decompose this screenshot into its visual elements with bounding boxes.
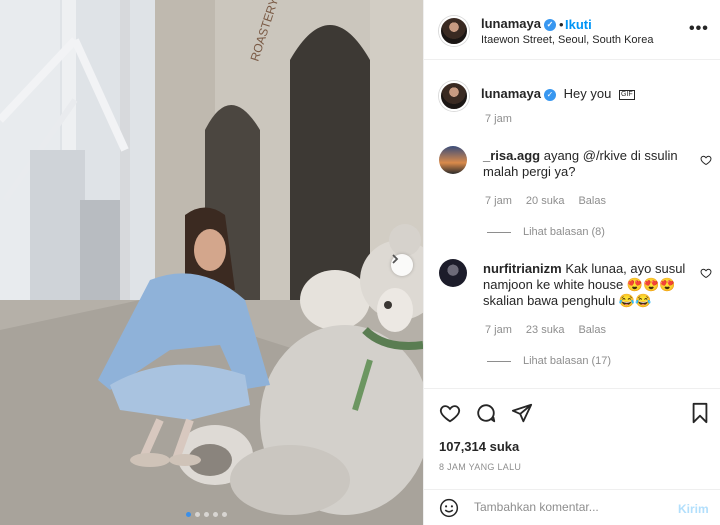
comment-likes[interactable]: 20 suka [526, 195, 565, 207]
view-replies-label: Lihat balasan (8) [523, 226, 605, 238]
commenter-avatar[interactable] [439, 146, 467, 174]
share-send-icon[interactable] [511, 402, 533, 424]
post-photo[interactable]: ROASTERY [0, 0, 423, 525]
author-username-row: lunamaya ✓ [481, 16, 556, 31]
comment-like-heart-icon[interactable] [700, 267, 712, 279]
post-header: lunamaya ✓ • Ikuti Itaewon Street, Seoul,… [424, 0, 720, 60]
separator-dot: • [559, 17, 564, 32]
likes-count[interactable]: 107,314 suka [439, 439, 519, 454]
reply-button[interactable]: Balas [578, 195, 606, 207]
bookmark-icon[interactable] [690, 402, 710, 424]
view-replies-label: Lihat balasan (17) [523, 355, 612, 367]
verified-badge-icon: ✓ [543, 18, 556, 31]
carousel-dot [222, 512, 227, 517]
like-heart-icon[interactable] [439, 402, 461, 424]
caption-username[interactable]: lunamaya [481, 86, 541, 101]
author-avatar[interactable] [439, 16, 469, 46]
carousel-dot [213, 512, 218, 517]
comment-likes[interactable]: 23 suka [526, 324, 565, 336]
comment-meta: 7 jam 23 suka Balas [485, 324, 620, 336]
comment-text-line: ayang @/rkive di ssulin [543, 148, 678, 163]
comment-like-heart-icon[interactable] [700, 154, 712, 166]
emoji-smiley-icon[interactable] [439, 498, 459, 518]
comment-input[interactable] [474, 500, 664, 514]
comment-text-line: Kak lunaa, ayo susul [565, 261, 686, 276]
post-actions: 107,314 suka 8 JAM YANG LALU [424, 388, 720, 488]
comment-text-line: skalian bawa penghulu 😂😂 [483, 293, 652, 308]
author-username[interactable]: lunamaya [481, 16, 541, 31]
comment-body: _risa.agg ayang @/rkive di ssulin malah … [483, 148, 683, 180]
photo-illustration: ROASTERY [0, 0, 423, 525]
comment-text-line: malah pergi ya? [483, 164, 576, 179]
commenter-avatar[interactable] [439, 259, 467, 287]
view-replies-button[interactable]: Lihat balasan (17) [487, 355, 611, 367]
carousel-next-button[interactable] [391, 254, 413, 276]
carousel-dot [186, 512, 191, 517]
post-location[interactable]: Itaewon Street, Seoul, South Korea [481, 34, 653, 46]
reply-button[interactable]: Balas [578, 324, 606, 336]
caption: lunamaya ✓ Hey you GIF [481, 86, 635, 102]
comment-time: 7 jam [485, 195, 512, 207]
post-details-panel: lunamaya ✓ • Ikuti Itaewon Street, Seoul,… [423, 0, 720, 525]
carousel-dot [195, 512, 200, 517]
replies-divider [487, 231, 511, 233]
carousel-dot [204, 512, 209, 517]
more-options-icon[interactable]: ••• [689, 20, 709, 38]
comment-bubble-icon[interactable] [475, 402, 497, 424]
comment-time: 7 jam [485, 324, 512, 336]
comment-body: nurfitrianizm Kak lunaa, ayo susul namjo… [483, 261, 698, 309]
comment-meta: 7 jam 20 suka Balas [485, 195, 620, 207]
gif-badge-icon: GIF [618, 89, 635, 100]
comment-text-line: namjoon ke white house 😍😍😍 [483, 277, 676, 292]
caption-avatar[interactable] [439, 81, 469, 111]
comment-username[interactable]: _risa.agg [483, 148, 540, 163]
view-replies-button[interactable]: Lihat balasan (8) [487, 226, 605, 238]
comment-username[interactable]: nurfitrianizm [483, 261, 562, 276]
add-comment-bar: Kirim [424, 489, 720, 525]
carousel-indicator [186, 512, 227, 517]
post-comment-button[interactable]: Kirim [678, 502, 709, 516]
post-timestamp: 8 JAM YANG LALU [439, 462, 522, 472]
caption-text: Hey you [563, 86, 612, 101]
chevron-right-icon [392, 254, 399, 264]
caption-time: 7 jam [485, 113, 512, 125]
replies-divider [487, 360, 511, 362]
verified-badge-icon: ✓ [543, 88, 556, 101]
follow-button[interactable]: Ikuti [565, 17, 592, 32]
